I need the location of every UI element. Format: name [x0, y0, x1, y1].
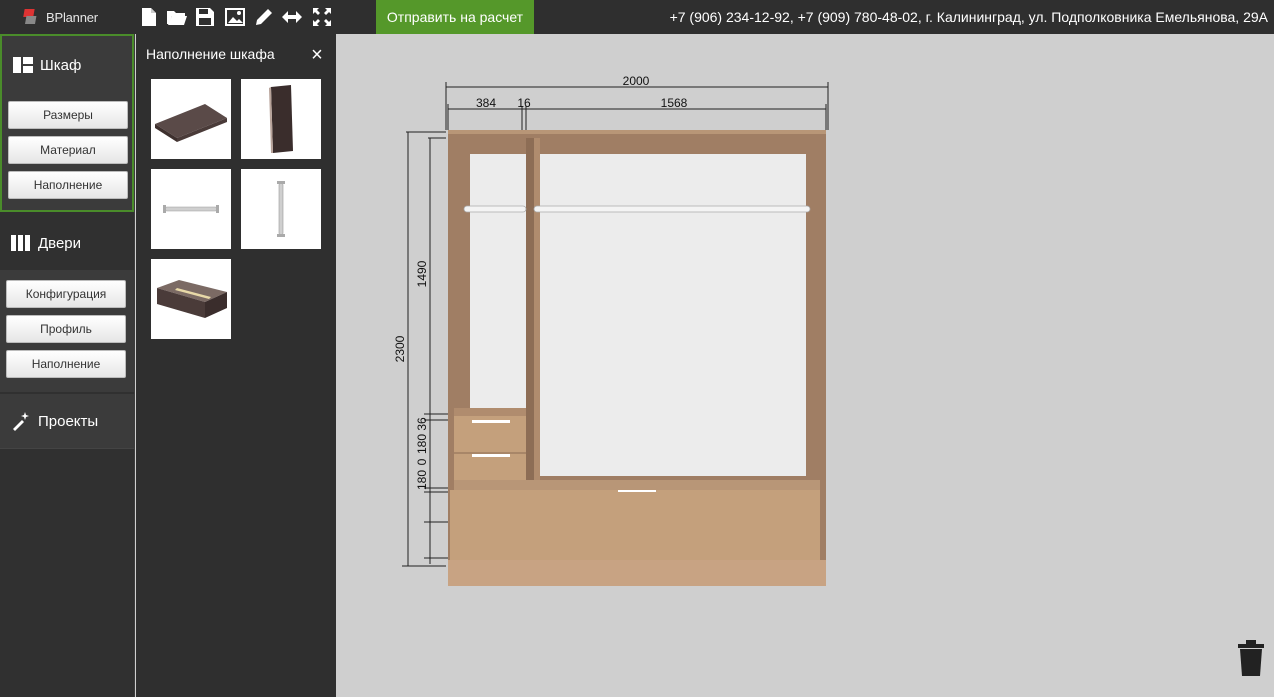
dim-total-height: 2300	[393, 335, 407, 362]
dim-small-3: 0	[415, 458, 429, 465]
new-file-icon[interactable]	[137, 5, 161, 29]
rod-icon	[163, 205, 219, 213]
close-icon[interactable]: ×	[308, 45, 326, 65]
partition-icon	[269, 85, 293, 153]
partition-tile[interactable]	[241, 79, 321, 159]
dim-partition: 16	[517, 96, 531, 110]
section-wardrobe: Шкаф Размеры Материал Наполнение	[0, 34, 134, 212]
divider	[0, 448, 134, 449]
dim-small-4: 180	[415, 470, 429, 490]
shelf-tile[interactable]	[151, 79, 231, 159]
vertical-rod-tile[interactable]	[241, 169, 321, 249]
image-icon[interactable]	[223, 5, 247, 29]
shelf-icon	[155, 104, 227, 142]
top-dimensions	[445, 82, 829, 130]
sidebar-item-wardrobe[interactable]: Шкаф	[2, 38, 136, 92]
vertical-rod-icon	[277, 181, 285, 237]
open-folder-icon[interactable]	[165, 5, 189, 29]
sidebar-item-label: Проекты	[38, 412, 99, 430]
wardrobe-filling-button[interactable]: Наполнение	[8, 171, 128, 199]
sidebar-item-label: Двери	[38, 234, 82, 252]
doors-filling-button[interactable]: Наполнение	[6, 350, 126, 378]
contact-info: +7 (906) 234-12-92, +7 (909) 780-48-02, …	[669, 9, 1268, 25]
logo-icon	[23, 9, 37, 24]
configuration-button[interactable]: Конфигурация	[6, 280, 126, 308]
wardrobe-canvas[interactable]: 2000 384 16 1568 2300 1490 36 180 0 180	[336, 34, 1274, 697]
profile-button[interactable]: Профиль	[6, 315, 126, 343]
send-for-calculation-button[interactable]: Отправить на расчет	[376, 0, 534, 34]
dim-small-2: 180	[415, 434, 429, 454]
dim-total-width: 2000	[623, 74, 650, 88]
logo[interactable]: BPlanner	[22, 6, 98, 28]
dim-upper-height: 1490	[415, 260, 429, 287]
magic-wand-icon	[11, 411, 31, 431]
logo-text: BPlanner	[46, 9, 98, 25]
save-icon[interactable]	[193, 5, 217, 29]
material-button[interactable]: Материал	[8, 136, 128, 164]
section-doors: Конфигурация Профиль Наполнение	[0, 270, 134, 392]
drawer-icon	[157, 280, 227, 318]
top-bar: BPlanner Отправить на расчет +7 (906) 23…	[0, 0, 1274, 34]
drawer-tile[interactable]	[151, 259, 231, 339]
sizes-button[interactable]: Размеры	[8, 101, 128, 129]
dim-small-1: 36	[415, 417, 429, 431]
sidebar-item-label: Шкаф	[40, 56, 82, 74]
fullscreen-icon[interactable]	[310, 5, 334, 29]
sidebar-item-doors[interactable]: Двери	[0, 216, 134, 270]
left-dimensions	[402, 131, 456, 567]
sidebar-item-projects[interactable]: Проекты	[0, 394, 134, 448]
sidebar: Шкаф Размеры Материал Наполнение Двери К…	[0, 34, 135, 697]
dim-left-width: 384	[476, 96, 496, 110]
panel-title: Наполнение шкафа	[146, 46, 275, 62]
filling-panel: Наполнение шкафа ×	[136, 34, 336, 697]
trash-icon[interactable]	[1238, 640, 1264, 676]
dim-right-width: 1568	[661, 96, 688, 110]
pencil-icon[interactable]	[252, 5, 276, 29]
wardrobe-icon	[13, 55, 33, 75]
rod-tile[interactable]	[151, 169, 231, 249]
doors-icon	[11, 233, 31, 253]
wardrobe-body[interactable]	[448, 130, 826, 586]
resize-horizontal-icon[interactable]	[280, 5, 304, 29]
